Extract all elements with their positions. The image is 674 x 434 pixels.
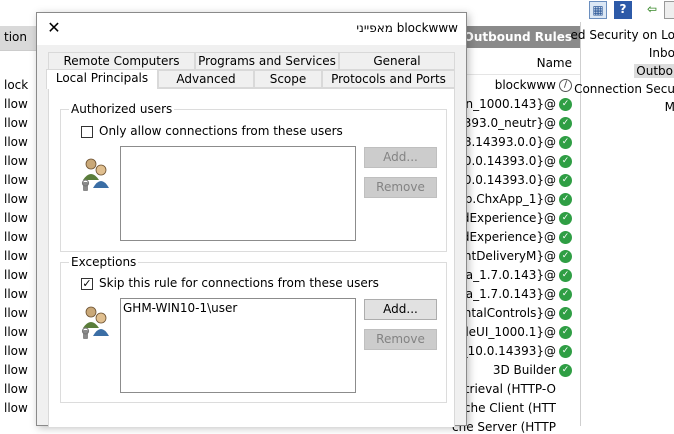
console-tree-panel: ed Security on Lo Inbo Outbo Connection … xyxy=(571,22,674,426)
only-allow-users-checkbox[interactable] xyxy=(81,126,93,138)
allow-rule-icon: ✓ xyxy=(559,117,572,130)
allow-rule-icon: ✓ xyxy=(559,364,572,377)
exceptions-title: Exceptions xyxy=(69,255,139,269)
tab-remote-computers[interactable]: Remote Computers xyxy=(48,52,195,70)
allow-rule-icon: ✓ xyxy=(559,307,572,320)
tree-item-monitoring[interactable]: M xyxy=(665,100,674,114)
dialog-title: מאפייני blockwww xyxy=(356,21,458,35)
name-column-header-label: Name xyxy=(536,56,572,70)
tab-general[interactable]: General xyxy=(339,52,455,70)
tab-scope[interactable]: Scope xyxy=(254,70,322,88)
allow-rule-icon: ✓ xyxy=(559,212,572,225)
only-allow-users-label: Only allow connections from these users xyxy=(99,124,343,138)
rule-properties-dialog: ✕ מאפייני blockwww Remote Computers Prog… xyxy=(36,12,467,427)
allow-rule-icon: ✓ xyxy=(559,326,572,339)
allow-rule-icon: ✓ xyxy=(559,269,572,282)
tree-item-inbound[interactable]: Inbo xyxy=(649,46,674,60)
allow-rule-icon: ✓ xyxy=(559,288,572,301)
authorized-add-button[interactable]: Add... xyxy=(364,147,437,168)
allow-rule-icon: ✓ xyxy=(559,345,572,358)
local-principals-panel: Authorized users Only allow connections … xyxy=(48,88,455,427)
allow-rule-icon: ✓ xyxy=(559,174,572,187)
tab-protocols-and-ports[interactable]: Protocols and Ports xyxy=(322,70,455,88)
table-row-action[interactable]: llow xyxy=(4,192,28,206)
table-row-action[interactable]: llow xyxy=(4,344,28,358)
table-row-action[interactable]: llow xyxy=(4,97,28,111)
table-row-action[interactable]: llow xyxy=(4,363,28,377)
tab-local-principals[interactable]: Local Principals xyxy=(46,69,158,89)
tab-programs-and-services[interactable]: Programs and Services xyxy=(195,52,339,70)
table-row-action[interactable]: llow xyxy=(4,287,28,301)
close-icon[interactable]: ✕ xyxy=(45,19,63,37)
export-list-icon[interactable]: ⇦ xyxy=(643,1,661,19)
table-row-action[interactable]: llow xyxy=(4,173,28,187)
show-hide-console-tree-icon[interactable]: ▦ xyxy=(589,1,607,19)
list-item[interactable]: GHM-WIN10-1\user xyxy=(123,301,237,315)
authorized-remove-button[interactable]: Remove xyxy=(364,177,437,198)
table-row-action[interactable]: llow xyxy=(4,230,28,244)
table-row-action[interactable]: llow xyxy=(4,135,28,149)
skip-rule-users-label: Skip this rule for connections from thes… xyxy=(99,276,379,290)
help-icon[interactable]: ? xyxy=(614,1,632,19)
tree-item-outbound[interactable]: Outbo xyxy=(634,64,674,78)
skip-rule-users-checkbox[interactable]: ✓ xyxy=(81,278,93,290)
table-row-action[interactable]: llow xyxy=(4,116,28,130)
users-icon xyxy=(81,158,109,191)
table-row-action[interactable]: llow xyxy=(4,401,28,415)
tab-advanced[interactable]: Advanced xyxy=(158,70,254,88)
authorized-users-title: Authorized users xyxy=(69,102,175,116)
toolbar-extra-icon[interactable] xyxy=(664,1,674,19)
table-row-action[interactable]: lock xyxy=(4,78,28,92)
table-row-action[interactable]: llow xyxy=(4,211,28,225)
table-row-action[interactable]: llow xyxy=(4,382,28,396)
allow-rule-icon: ✓ xyxy=(559,193,572,206)
authorized-users-list[interactable] xyxy=(120,146,356,241)
tree-item-advanced-security[interactable]: ed Security on Lo xyxy=(571,28,674,42)
exceptions-remove-button[interactable]: Remove xyxy=(364,329,437,350)
exceptions-add-button[interactable]: Add... xyxy=(364,299,437,320)
authorized-users-group: Authorized users Only allow connections … xyxy=(60,102,447,252)
allow-rule-icon: ✓ xyxy=(559,250,572,263)
exceptions-users-list[interactable]: GHM-WIN10-1\user xyxy=(120,298,356,393)
exceptions-group: Exceptions ✓ Skip this rule for connecti… xyxy=(60,255,447,403)
allow-rule-icon: ✓ xyxy=(559,231,572,244)
table-row-action[interactable]: llow xyxy=(4,249,28,263)
allow-rule-icon: ✓ xyxy=(559,98,572,111)
action-column-header-label: tion xyxy=(4,30,27,44)
action-column-header[interactable]: tion xyxy=(0,26,36,51)
users-icon xyxy=(81,306,109,339)
block-rule-icon: / xyxy=(559,79,572,92)
table-row-action[interactable]: llow xyxy=(4,154,28,168)
outbound-rules-title: Outbound Rules xyxy=(463,30,572,44)
table-row-action[interactable]: llow xyxy=(4,325,28,339)
allow-rule-icon: ✓ xyxy=(559,136,572,149)
dialog-title-bar[interactable]: ✕ מאפייני blockwww xyxy=(37,13,466,45)
allow-rule-icon: ✓ xyxy=(559,155,572,168)
table-row-action[interactable]: llow xyxy=(4,306,28,320)
tree-item-connection-security[interactable]: Connection Secu xyxy=(574,82,674,96)
table-row-action[interactable]: llow xyxy=(4,268,28,282)
